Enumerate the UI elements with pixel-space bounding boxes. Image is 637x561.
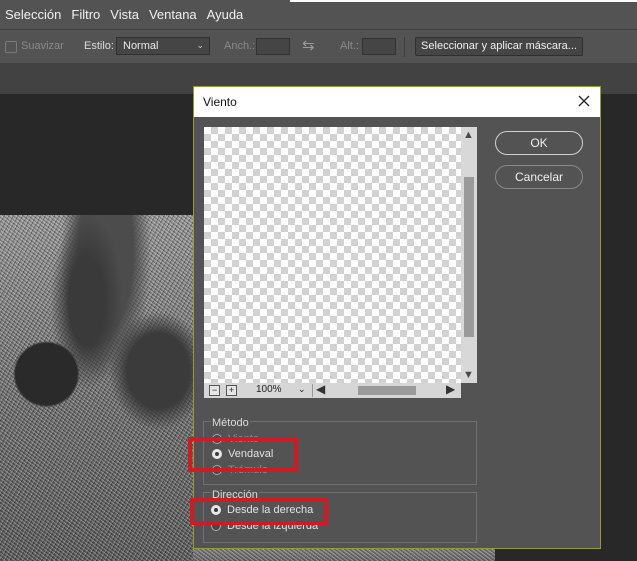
zoom-dropdown-icon[interactable]: ⌄	[298, 384, 306, 395]
smooth-checkbox[interactable]	[5, 41, 17, 53]
menu-ventana[interactable]: Ventana	[144, 7, 202, 22]
scroll-corner	[461, 383, 477, 398]
width-label: Anch.:	[224, 40, 256, 52]
select-and-mask-button[interactable]: Seleccionar y aplicar máscara...	[415, 37, 583, 56]
preview-area[interactable]	[204, 127, 461, 383]
canvas-image	[0, 215, 193, 561]
chevron-down-icon: ⌄	[196, 40, 204, 50]
dialog-title-bar: Viento	[194, 87, 600, 117]
menu-vista[interactable]: Vista	[105, 7, 144, 22]
style-select[interactable]: Normal ⌄	[116, 37, 210, 55]
close-icon[interactable]	[576, 93, 592, 109]
wind-dialog: Viento ▲ ▼ − + 100% ⌄ ◀ ▶ OK Cancelar Mé…	[188, 86, 601, 549]
style-value: Normal	[123, 40, 159, 52]
menu-seleccion[interactable]: Selección	[0, 7, 66, 22]
menu-bar: Selección Filtro Vista Ventana Ayuda	[0, 0, 637, 29]
menu-filtro[interactable]: Filtro	[66, 7, 105, 22]
cancel-button[interactable]: Cancelar	[495, 165, 583, 189]
preview-vertical-scrollbar[interactable]: ▲ ▼	[461, 127, 477, 383]
dialog-title: Viento	[203, 95, 237, 109]
swap-icon[interactable]: ⇆	[302, 36, 315, 54]
height-label: Alt.:	[340, 40, 359, 52]
scroll-left-icon[interactable]: ◀	[316, 382, 325, 396]
window-edge	[290, 0, 637, 2]
scroll-right-icon[interactable]: ▶	[446, 382, 455, 396]
options-bar: Suavizar Estilo: Normal ⌄ Anch.: ⇆ Alt.:…	[0, 29, 637, 64]
vertical-scroll-thumb[interactable]	[464, 177, 474, 337]
scroll-down-icon[interactable]: ▼	[463, 369, 474, 381]
zoom-level: 100%	[256, 384, 282, 395]
height-input[interactable]	[362, 38, 396, 55]
preview-zoom-bar: − + 100% ⌄ ◀ ▶	[204, 382, 461, 398]
smooth-label: Suavizar	[21, 40, 64, 52]
width-input[interactable]	[256, 38, 290, 55]
highlight-box-desde-derecha	[190, 498, 328, 525]
method-label: Método	[211, 417, 250, 429]
scroll-up-icon[interactable]: ▲	[463, 129, 474, 141]
options-separator	[404, 37, 405, 57]
horizontal-scroll-thumb[interactable]	[358, 386, 416, 395]
menu-ayuda[interactable]: Ayuda	[202, 7, 249, 22]
canvas-image-bottom	[193, 549, 495, 561]
ok-button[interactable]: OK	[495, 131, 583, 155]
zoom-out-icon[interactable]: −	[209, 385, 220, 396]
highlight-box-vendaval	[188, 437, 298, 472]
zoom-in-icon[interactable]: +	[226, 385, 237, 396]
style-label: Estilo:	[84, 40, 114, 52]
zoom-separator	[312, 384, 313, 397]
